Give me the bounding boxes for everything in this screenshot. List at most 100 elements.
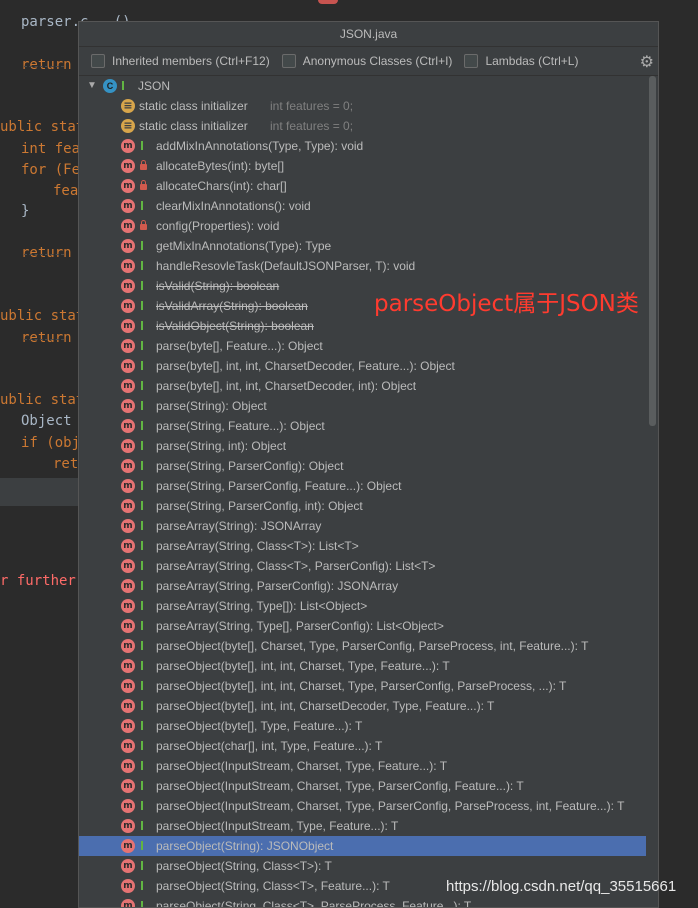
public-icon <box>140 420 147 431</box>
anonymous-classes-checkbox[interactable]: Anonymous Classes (Ctrl+I) <box>281 54 452 68</box>
structure-item[interactable]: m parseObject(byte[], int, int, Charset, … <box>79 656 646 676</box>
tree-root-json[interactable]: ▼ C JSON <box>79 76 646 96</box>
public-icon <box>140 720 147 731</box>
structure-item[interactable]: m parseObject(InputStream, Type, Feature.… <box>79 816 646 836</box>
structure-item[interactable]: m parse(String, ParserConfig, int): Objec… <box>79 496 646 516</box>
structure-item[interactable]: m parse(byte[], int, int, CharsetDecoder,… <box>79 356 646 376</box>
public-icon <box>140 800 147 811</box>
method-icon: m <box>121 479 135 493</box>
checkbox-box[interactable] <box>464 54 479 68</box>
structure-item[interactable]: ≡ static class initializer int features = … <box>79 116 646 136</box>
public-icon <box>140 560 147 571</box>
structure-item-label: parseObject(byte[], int, int, Charset, T… <box>156 659 450 673</box>
public-icon <box>140 440 147 451</box>
structure-item[interactable]: m parseArray(String, Class<T>, ParserConf… <box>79 556 646 576</box>
structure-item-label: clearMixInAnnotations(): void <box>156 199 311 213</box>
structure-item[interactable]: m parse(byte[], Feature...): Object <box>79 336 646 356</box>
structure-item[interactable]: m parse(String, ParserConfig, Feature...)… <box>79 476 646 496</box>
structure-item-label: static class initializer <box>139 99 248 113</box>
public-icon <box>140 880 147 891</box>
structure-item[interactable]: m parseObject(char[], int, Type, Feature.… <box>79 736 646 756</box>
structure-item-label: handleResovleTask(DefaultJSONParser, T):… <box>156 259 416 273</box>
structure-item[interactable]: m config(Properties): void <box>79 216 646 236</box>
public-icon <box>140 640 147 651</box>
structure-item[interactable]: m parse(byte[], int, int, CharsetDecoder,… <box>79 376 646 396</box>
public-icon <box>140 460 147 471</box>
structure-item[interactable]: m clearMixInAnnotations(): void <box>79 196 646 216</box>
indent-guide <box>24 254 64 255</box>
structure-item[interactable]: m parseArray(String, Type[]): List<Object… <box>79 596 646 616</box>
structure-item[interactable]: m addMixInAnnotations(Type, Type): void <box>79 136 646 156</box>
structure-item[interactable]: m parseObject(byte[], int, int, Charset, … <box>79 676 646 696</box>
structure-item[interactable]: m parseArray(String, Class<T>): List<T> <box>79 536 646 556</box>
chevron-down-icon[interactable]: ▼ <box>87 76 97 96</box>
indent-guide <box>24 66 64 67</box>
structure-item[interactable]: m getMixInAnnotations(Type): Type <box>79 236 646 256</box>
structure-item[interactable]: m parse(String): Object <box>79 396 646 416</box>
structure-item[interactable]: m allocateBytes(int): byte[] <box>79 156 646 176</box>
method-icon: m <box>121 399 135 413</box>
code-line: Object <box>21 413 72 429</box>
structure-item[interactable]: m parse(String, ParserConfig): Object <box>79 456 646 476</box>
structure-item-label: parseObject(String, Class<T>, Feature...… <box>156 879 390 893</box>
error-marker <box>318 0 338 4</box>
scrollbar[interactable] <box>649 76 656 426</box>
console-line: r further <box>0 573 76 589</box>
structure-item[interactable]: m parse(String, int): Object <box>79 436 646 456</box>
watermark: https://blog.csdn.net/qq_35515661 <box>446 878 677 895</box>
structure-item[interactable]: m parseObject(String, Class<T>, ParseProc… <box>79 896 646 908</box>
method-icon: m <box>121 719 135 733</box>
method-icon: m <box>121 879 135 893</box>
structure-item-label: isValidObject(String): boolean <box>156 319 314 333</box>
structure-item[interactable]: m parseArray(String, ParserConfig): JSONA… <box>79 576 646 596</box>
code-line: return <box>21 330 72 346</box>
method-icon: m <box>121 779 135 793</box>
annotation-text: parseObject属于JSON类 <box>374 291 639 317</box>
structure-item-label: isValid(String): boolean <box>156 279 280 293</box>
structure-item[interactable]: m parse(String, Feature...): Object <box>79 416 646 436</box>
structure-item[interactable]: m parseObject(byte[], Type, Feature...): … <box>79 716 646 736</box>
method-icon: m <box>121 519 135 533</box>
structure-item[interactable]: m isValidObject(String): boolean <box>79 316 646 336</box>
structure-item[interactable]: m parseObject(byte[], Charset, Type, Pars… <box>79 636 646 656</box>
structure-item-label: parseArray(String, Type[]): List<Object> <box>156 599 368 613</box>
structure-item[interactable]: m parseObject(String): JSONObject <box>79 836 646 856</box>
inherited-members-checkbox[interactable]: Inherited members (Ctrl+F12) <box>91 54 270 68</box>
structure-item[interactable]: m parseObject(byte[], int, int, CharsetDe… <box>79 696 646 716</box>
method-icon: m <box>121 419 135 433</box>
public-icon <box>140 900 147 907</box>
method-icon: m <box>121 679 135 693</box>
structure-item-label: parseObject(String, Class<T>, ParseProce… <box>156 899 472 908</box>
code-line: } <box>21 203 30 219</box>
structure-item-label: parse(String, int): Object <box>156 439 287 453</box>
method-icon: m <box>121 239 135 253</box>
structure-item[interactable]: m parseObject(String, Class<T>): T <box>79 856 646 876</box>
method-icon: m <box>121 659 135 673</box>
structure-item[interactable]: m parseObject(InputStream, Charset, Type,… <box>79 796 646 816</box>
structure-item[interactable]: m parseArray(String): JSONArray <box>79 516 646 536</box>
code-line: ublic stat <box>0 119 85 135</box>
method-icon: m <box>121 619 135 633</box>
structure-item-label: allocateChars(int): char[] <box>156 179 287 193</box>
code-line: ublic stat <box>0 392 85 408</box>
method-icon: m <box>121 539 135 553</box>
structure-tree[interactable]: ▼ C JSON ≡ static class initializer int fe… <box>79 76 646 907</box>
checkbox-box[interactable] <box>91 54 105 68</box>
checkbox-box[interactable] <box>281 54 296 68</box>
structure-item[interactable]: m parseObject(InputStream, Charset, Type,… <box>79 776 646 796</box>
lambdas-checkbox[interactable]: Lambdas (Ctrl+L) <box>464 54 578 68</box>
public-icon <box>140 300 147 311</box>
structure-item[interactable]: ≡ static class initializer int features = … <box>79 96 646 116</box>
method-icon: m <box>121 199 135 213</box>
structure-item-label: parseArray(String): JSONArray <box>156 519 322 533</box>
structure-item[interactable]: m parseObject(InputStream, Charset, Type,… <box>79 756 646 776</box>
structure-item[interactable]: m handleResovleTask(DefaultJSONParser, T)… <box>79 256 646 276</box>
method-icon: m <box>121 159 135 173</box>
structure-item[interactable]: m parseArray(String, Type[], ParserConfig… <box>79 616 646 636</box>
structure-popup[interactable]: JSON.java Inherited members (Ctrl+F12) A… <box>78 21 659 908</box>
gear-icon[interactable]: ⚙ <box>640 52 654 72</box>
structure-item-label: parseObject(InputStream, Type, Feature..… <box>156 819 399 833</box>
public-icon <box>140 620 147 631</box>
structure-item-label: parse(byte[], int, int, CharsetDecoder, … <box>156 379 417 393</box>
structure-item[interactable]: m allocateChars(int): char[] <box>79 176 646 196</box>
